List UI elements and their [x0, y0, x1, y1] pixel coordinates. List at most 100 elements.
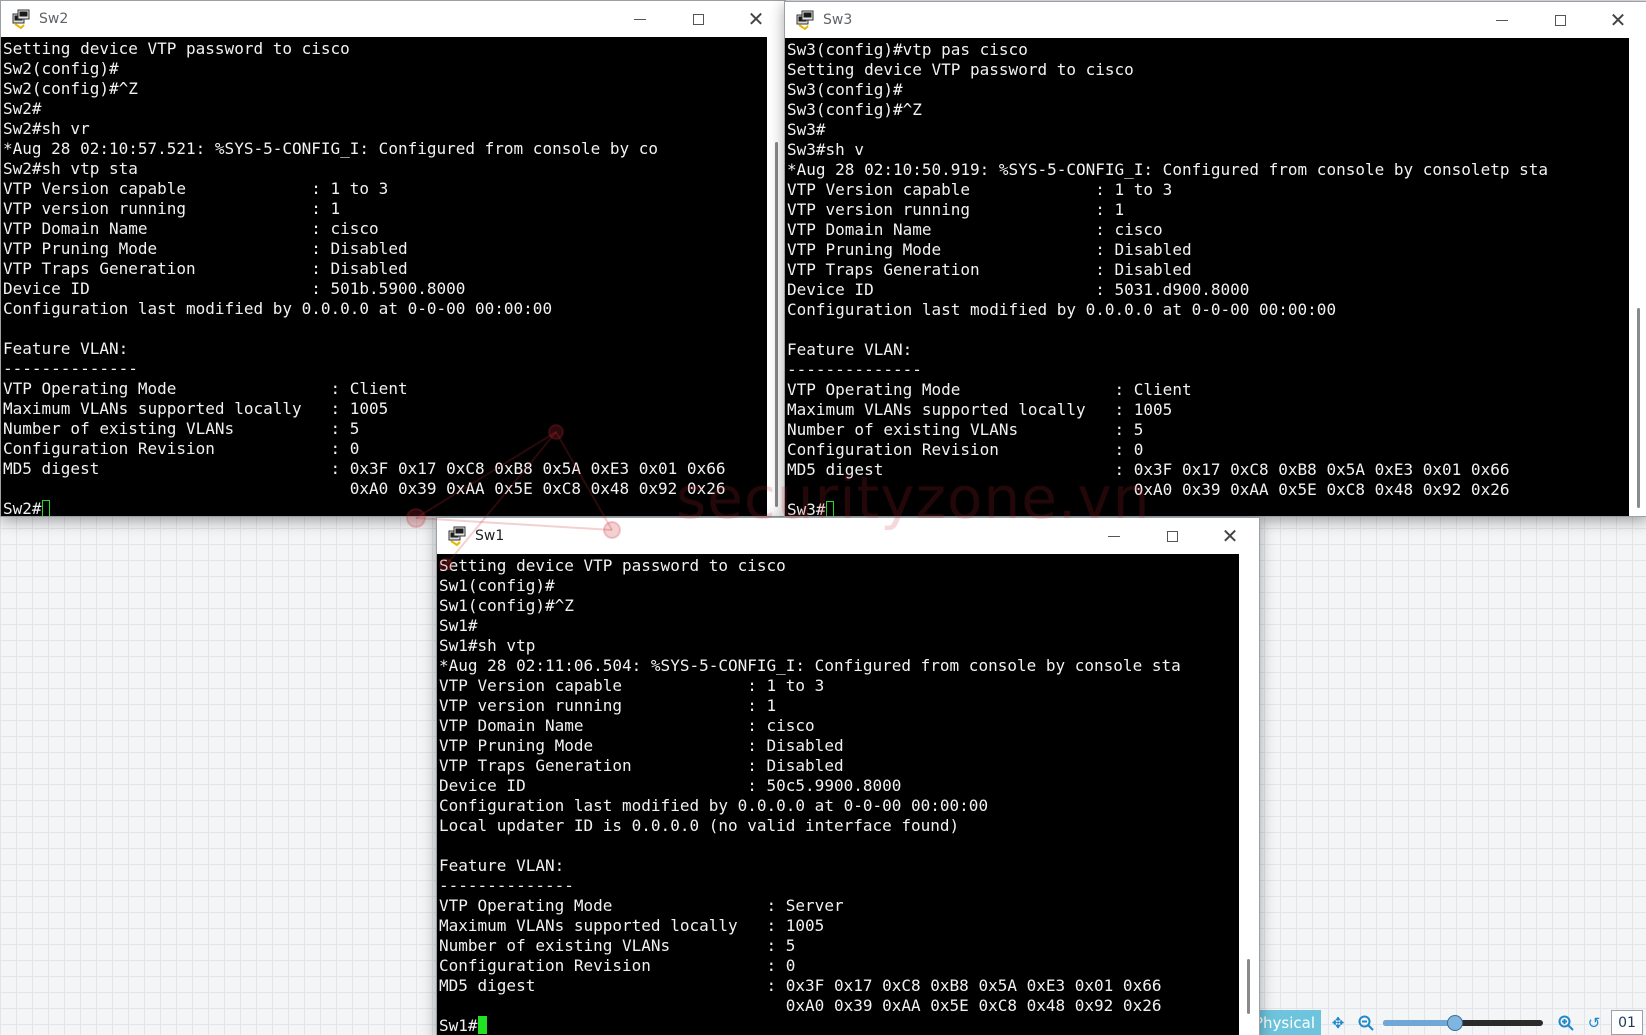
console-output[interactable]: Setting device VTP password to cisco Sw1(… [439, 556, 1239, 1035]
console-line: VTP Pruning Mode : Disabled [787, 240, 1192, 259]
console-line: VTP Operating Mode : Client [3, 379, 408, 398]
title-bar[interactable]: Sw2 ✕ [1, 1, 785, 37]
console-line: MD5 digest : 0x3F 0x17 0xC8 0xB8 0x5A 0x… [3, 459, 726, 478]
page-number-field[interactable]: 01 [1611, 1010, 1644, 1035]
console-line: Configuration last modified by 0.0.0.0 a… [787, 300, 1337, 319]
console-line: VTP Operating Mode : Server [439, 896, 844, 915]
console-output[interactable]: Sw3(config)#vtp pas cisco Setting device … [787, 40, 1629, 516]
reset-zoom-icon[interactable]: ↺ [1583, 1012, 1605, 1034]
console-line: 0xA0 0x39 0xAA 0x5E 0xC8 0x48 0x92 0x26 [787, 480, 1510, 499]
console-line: VTP Version capable : 1 to 3 [3, 179, 389, 198]
console-line: VTP Operating Mode : Client [787, 380, 1192, 399]
terminal-window-sw3[interactable]: Sw3 ✕ Sw3(config)#vtp pas cisco Setting d… [784, 1, 1646, 517]
tab-physical[interactable]: Physical [1250, 1010, 1322, 1035]
console-line: Device ID : 501b.5900.8000 [3, 279, 466, 298]
console-line: Sw3(config)#vtp pas cisco [787, 40, 1028, 59]
scrollbar-thumb[interactable] [1637, 308, 1640, 508]
console-line: Maximum VLANs supported locally : 1005 [439, 916, 825, 935]
maximize-icon [1166, 530, 1178, 542]
minimize-button[interactable] [1473, 2, 1531, 38]
console-line: VTP version running : 1 [439, 696, 777, 715]
console-line: Feature VLAN: [787, 340, 913, 359]
console-line: VTP Pruning Mode : Disabled [439, 736, 844, 755]
zoom-out-icon[interactable] [1355, 1012, 1377, 1034]
close-button[interactable]: ✕ [1201, 518, 1259, 554]
console-line: Number of existing VLANs : 5 [787, 420, 1144, 439]
console-line: MD5 digest : 0x3F 0x17 0xC8 0xB8 0x5A 0x… [787, 460, 1510, 479]
console-line: -------------- [3, 359, 138, 378]
scrollbar-thumb[interactable] [1247, 959, 1250, 1014]
minimize-button[interactable] [1085, 518, 1143, 554]
title-bar[interactable]: Sw1 ✕ [437, 518, 1259, 554]
console-line: Setting device VTP password to cisco [787, 60, 1134, 79]
console-line: Sw1#sh vtp [439, 636, 536, 655]
console-line: Setting device VTP password to cisco [3, 39, 350, 58]
console-line: VTP Domain Name : cisco [787, 220, 1163, 239]
console-line: Sw3# [787, 120, 826, 139]
minimize-button[interactable] [611, 1, 669, 37]
scrollbar[interactable] [767, 37, 785, 516]
console-line: Sw2#sh vr [3, 119, 90, 138]
console-line: *Aug 28 02:10:57.521: %SYS-5-CONFIG_I: C… [3, 139, 659, 158]
zoom-in-icon[interactable] [1555, 1012, 1577, 1034]
console-line: VTP Domain Name : cisco [439, 716, 815, 735]
console-line: Configuration last modified by 0.0.0.0 a… [439, 796, 989, 815]
scrollbar-thumb[interactable] [775, 142, 778, 507]
console-line: VTP Traps Generation : Disabled [3, 259, 408, 278]
console-line: 0xA0 0x39 0xAA 0x5E 0xC8 0x48 0x92 0x26 [439, 996, 1162, 1015]
console-line: VTP Traps Generation : Disabled [439, 756, 844, 775]
close-button[interactable]: ✕ [727, 1, 785, 37]
zoom-slider-knob[interactable] [1447, 1014, 1464, 1031]
console-prompt: Sw2# [3, 499, 42, 516]
console-line: Sw2(config)#^Z [3, 79, 138, 98]
maximize-button[interactable] [1531, 2, 1589, 38]
terminal-window-sw1[interactable]: Sw1 ✕ Setting device VTP password to cis… [436, 517, 1260, 1035]
maximize-button[interactable] [669, 1, 727, 37]
console-line: VTP Traps Generation : Disabled [787, 260, 1192, 279]
console-line: MD5 digest : 0x3F 0x17 0xC8 0xB8 0x5A 0x… [439, 976, 1162, 995]
console-prompt-line: Sw1# [439, 1016, 1239, 1035]
minimize-icon [1496, 19, 1508, 21]
console-line: Sw1(config)#^Z [439, 596, 574, 615]
zoom-slider-fill [1383, 1019, 1456, 1026]
console-line: VTP Domain Name : cisco [3, 219, 379, 238]
console-line: *Aug 28 02:10:50.919: %SYS-5-CONFIG_I: C… [787, 160, 1548, 179]
window-title: Sw3 [823, 12, 853, 28]
console-line: Sw1# [439, 616, 478, 635]
terminal-window-sw2[interactable]: Sw2 ✕ Setting device VTP password to cis… [0, 0, 786, 517]
console-line: -------------- [787, 360, 922, 379]
console-line: Configuration Revision : 0 [439, 956, 796, 975]
console-line: Number of existing VLANs : 5 [439, 936, 796, 955]
console-line: 0xA0 0x39 0xAA 0x5E 0xC8 0x48 0x92 0x26 [3, 479, 726, 498]
console-output[interactable]: Setting device VTP password to cisco Sw2(… [3, 39, 767, 516]
console-line: Sw3(config)# [787, 80, 903, 99]
console-line: Setting device VTP password to cisco [439, 556, 786, 575]
console-line: Sw2#sh vtp sta [3, 159, 138, 178]
putty-terminal-icon [796, 10, 814, 30]
close-button[interactable]: ✕ [1589, 2, 1646, 38]
console-prompt-line: Sw3# [787, 500, 1629, 516]
console-line: VTP version running : 1 [787, 200, 1125, 219]
window-title: Sw2 [39, 11, 69, 27]
zoom-slider[interactable] [1383, 1014, 1544, 1031]
console-prompt: Sw1# [439, 1016, 478, 1035]
scrollbar[interactable] [1239, 554, 1259, 1035]
title-bar[interactable]: Sw3 ✕ [785, 2, 1646, 38]
console-prompt: Sw3# [787, 500, 826, 516]
putty-terminal-icon [12, 9, 30, 29]
text-cursor [477, 1016, 487, 1034]
maximize-icon [692, 13, 704, 25]
text-cursor [825, 501, 834, 516]
close-icon: ✕ [747, 7, 765, 31]
scrollbar[interactable] [1629, 38, 1646, 516]
maximize-button[interactable] [1143, 518, 1201, 554]
console-line: Sw1(config)# [439, 576, 555, 595]
workspace-toolbar: Physical ✥ ↺ 01 [1250, 1010, 1646, 1035]
console-line: Maximum VLANs supported locally : 1005 [3, 399, 389, 418]
move-icon[interactable]: ✥ [1327, 1012, 1349, 1034]
console-line: VTP Version capable : 1 to 3 [439, 676, 825, 695]
minimize-icon [634, 18, 646, 20]
console-line: VTP version running : 1 [3, 199, 341, 218]
